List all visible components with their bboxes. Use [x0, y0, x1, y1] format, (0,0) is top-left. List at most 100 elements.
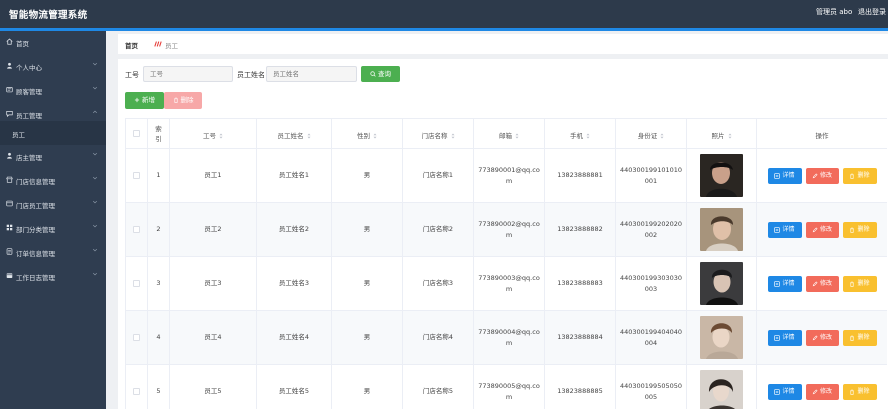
- detail-button-label: 详情: [782, 171, 795, 179]
- cell-phone: 13823888881: [545, 149, 616, 203]
- sidebar-item-profile[interactable]: 个人中心: [0, 55, 106, 79]
- detail-button[interactable]: 详情: [767, 221, 802, 238]
- column-header-email[interactable]: 邮箱: [474, 119, 545, 149]
- cell-photo: [687, 257, 757, 311]
- logout-link[interactable]: 退出登录: [858, 7, 886, 17]
- column-header-gender[interactable]: 性别: [332, 119, 403, 149]
- sidebar-item-store-info[interactable]: 门店信息管理: [0, 169, 106, 193]
- cell-email: 773890003@qq.com: [474, 257, 545, 311]
- chevron-down-icon: [92, 224, 98, 228]
- edit-button-label: 修改: [819, 225, 832, 233]
- detail-button[interactable]: 详情: [767, 329, 802, 346]
- detail-icon: [774, 280, 781, 287]
- delete-button[interactable]: 删除: [842, 275, 877, 292]
- column-header-index: 索引: [148, 119, 170, 149]
- table-row: 3 员工3 员工姓名3 男 门店名称3 773890003@qq.com 138238888…: [126, 257, 887, 311]
- cell-idcard: 440300199202020002: [616, 203, 687, 257]
- sidebar-item-home[interactable]: 首页: [0, 31, 106, 55]
- cell-photo: [687, 149, 757, 203]
- edit-button[interactable]: 修改: [805, 275, 839, 292]
- cell-phone: 13823888884: [545, 311, 616, 365]
- employee-id-input[interactable]: [143, 66, 233, 82]
- sidebar-item-customer[interactable]: 顾客管理: [0, 79, 106, 103]
- sort-icon[interactable]: [660, 133, 664, 139]
- row-checkbox[interactable]: [133, 280, 140, 287]
- detail-icon: [774, 172, 781, 179]
- select-all-checkbox[interactable]: [133, 130, 140, 137]
- column-header-photo[interactable]: 照片: [687, 119, 757, 149]
- delete-button[interactable]: 删除: [842, 167, 877, 184]
- edit-icon: [812, 388, 818, 394]
- cell-name: 员工姓名4: [257, 311, 332, 365]
- edit-button[interactable]: 修改: [805, 167, 839, 184]
- column-header-label: 邮箱: [499, 132, 512, 140]
- cell-gender: 男: [332, 311, 403, 365]
- sidebar-item-label: 门店员工管理: [16, 202, 55, 210]
- edit-button[interactable]: 修改: [805, 383, 839, 400]
- cell-email-value: 773890002@qq.com: [478, 220, 540, 239]
- table-row: 2 员工2 员工姓名2 男 门店名称2 773890002@qq.com 138238888…: [126, 203, 887, 257]
- row-checkbox[interactable]: [133, 334, 140, 341]
- edit-button[interactable]: 修改: [805, 329, 839, 346]
- sidebar-item-order[interactable]: 订单信息管理: [0, 241, 106, 265]
- cell-store: 门店名称4: [403, 311, 474, 365]
- sidebar-item-label: 店主管理: [16, 154, 42, 162]
- sidebar-item-worklog[interactable]: 工作日志管理: [0, 265, 106, 289]
- edit-button[interactable]: 修改: [805, 221, 839, 238]
- cell-gender-value: 男: [363, 387, 371, 396]
- sidebar-item-shop-owner[interactable]: 店主管理: [0, 145, 106, 169]
- detail-button[interactable]: 详情: [767, 167, 802, 184]
- column-header-idcard[interactable]: 身份证: [616, 119, 687, 149]
- detail-button[interactable]: 详情: [767, 383, 802, 400]
- row-checkbox-cell: [126, 311, 148, 365]
- cell-email-value: 773890004@qq.com: [478, 328, 540, 347]
- sidebar-item-department[interactable]: 部门分类管理: [0, 217, 106, 241]
- sort-icon[interactable]: [515, 133, 519, 139]
- cell-gender-value: 男: [363, 225, 371, 234]
- column-header-label: 性别: [357, 132, 370, 140]
- delete-button[interactable]: 删除: [842, 221, 877, 238]
- row-checkbox[interactable]: [133, 226, 140, 233]
- column-header-name[interactable]: 员工姓名: [257, 119, 332, 149]
- admin-name: 管理员 abo: [816, 8, 853, 16]
- cell-phone-value: 13823888881: [557, 171, 603, 180]
- cell-store-value: 门店名称2: [422, 225, 454, 234]
- query-button-label: 查询: [378, 70, 391, 78]
- chevron-down-icon: [92, 86, 98, 90]
- column-header-id[interactable]: 工号: [170, 119, 257, 149]
- query-button[interactable]: 查询: [361, 66, 400, 82]
- employee-name-input[interactable]: [266, 66, 357, 82]
- sort-icon[interactable]: [219, 133, 223, 139]
- column-header-label: 工号: [203, 132, 216, 140]
- trash-icon: [173, 97, 178, 103]
- delete-button[interactable]: 删除: [842, 329, 877, 346]
- row-checkbox-cell: [126, 365, 148, 409]
- sort-icon[interactable]: [307, 133, 311, 139]
- column-header-store[interactable]: 门店名称: [403, 119, 474, 149]
- detail-button[interactable]: 详情: [767, 275, 802, 292]
- sidebar-item-store-staff[interactable]: 门店员工管理: [0, 193, 106, 217]
- cell-store: 门店名称1: [403, 149, 474, 203]
- sort-icon[interactable]: [451, 133, 455, 139]
- cell-name: 员工姓名2: [257, 203, 332, 257]
- cell-id: 员工1: [170, 149, 257, 203]
- edit-button-label: 修改: [819, 279, 832, 287]
- sidebar-subitem-employee[interactable]: 员工: [0, 121, 106, 145]
- detail-button-label: 详情: [782, 225, 795, 233]
- sidebar-item-label: 首页: [16, 40, 29, 48]
- sort-icon[interactable]: [586, 133, 590, 139]
- sort-icon[interactable]: [373, 133, 377, 139]
- column-header-phone[interactable]: 手机: [545, 119, 616, 149]
- batch-delete-button[interactable]: 删除: [164, 92, 202, 109]
- cell-index-value: 1: [156, 171, 161, 180]
- breadcrumb-home[interactable]: 首页: [125, 40, 138, 50]
- trash-icon: [850, 389, 855, 395]
- sort-icon[interactable]: [728, 133, 732, 139]
- add-button[interactable]: 新增: [125, 92, 164, 109]
- row-checkbox[interactable]: [133, 388, 140, 395]
- cell-index: 4: [148, 311, 170, 365]
- row-checkbox[interactable]: [133, 172, 140, 179]
- delete-button[interactable]: 删除: [842, 383, 877, 400]
- delete-button-label: 删除: [857, 279, 870, 287]
- cell-email-value: 773890003@qq.com: [478, 274, 540, 293]
